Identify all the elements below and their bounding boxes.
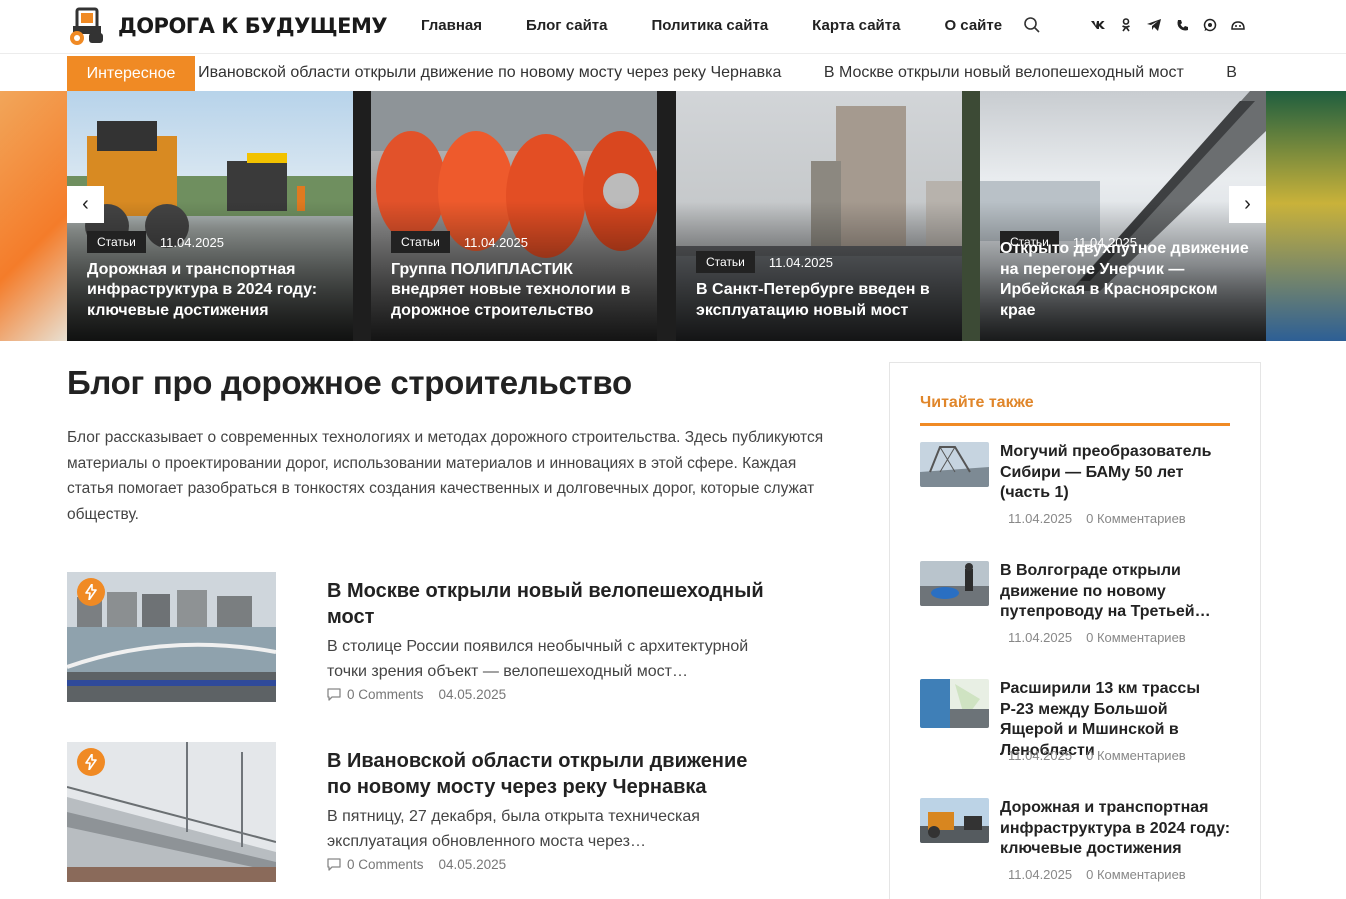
sidebar-item-title[interactable]: В Волгограде открыли движение по новому … [1000, 561, 1235, 623]
ticker-track: В Ивановской области открыли движение по… [195, 56, 1346, 91]
nav-blog[interactable]: Блог сайта [526, 17, 607, 34]
slide-title[interactable]: Дорожная и транспортная инфраструктура в… [87, 260, 339, 322]
sidebar-thumbnail[interactable] [920, 561, 989, 606]
sidebar-thumbnail[interactable] [920, 679, 989, 728]
featured-slider: Статьи 11.04.2025 Дорожная и транспортна… [0, 91, 1346, 341]
search-icon[interactable] [1023, 16, 1041, 34]
sidebar-item-comments[interactable]: 0 Комментариев [1086, 867, 1186, 882]
nav-about[interactable]: О сайте [944, 17, 1002, 34]
sidebar-divider [920, 423, 1230, 426]
viber-icon[interactable] [1173, 16, 1191, 34]
sidebar-item-title[interactable]: Дорожная и транспортная инфраструктура в… [1000, 798, 1235, 860]
main-nav: Главная Блог сайта Политика сайта Карта … [421, 17, 1046, 34]
ticker-label: Интересное [67, 56, 195, 91]
post-comments[interactable]: 0 Comments [347, 687, 424, 702]
sidebar-read-also: Читайте также Могучий преобразователь Си… [889, 362, 1261, 899]
slide-title[interactable]: Открыто двухпутное движение на перегоне … [1000, 239, 1252, 321]
social-links [1089, 16, 1257, 34]
post-date: 04.05.2025 [438, 857, 507, 872]
ok-icon[interactable] [1117, 16, 1135, 34]
slide-title[interactable]: Группа ПОЛИПЛАСТИК внедряет новые технол… [391, 260, 643, 322]
post-meta: 0 Comments 04.05.2025 [327, 857, 506, 872]
vk-messenger-icon[interactable] [1229, 16, 1247, 34]
sidebar-item-date: 11.04.2025 [1008, 748, 1073, 763]
sidebar-item-meta: 11.04.2025 0 Комментариев [1008, 511, 1186, 526]
post-excerpt: В столице России появился необычный с ар… [327, 638, 749, 680]
slide-peek-left [0, 91, 67, 341]
post-title[interactable]: В Москве открыли новый велопешеходный мо… [327, 578, 767, 630]
slide-category[interactable]: Статьи [391, 231, 450, 253]
post-thumbnail[interactable] [67, 742, 276, 882]
slide-card[interactable]: Статьи 11.04.2025 В Санкт-Петербурге вве… [676, 91, 962, 341]
nav-home[interactable]: Главная [421, 17, 482, 34]
sidebar-thumbnail[interactable] [920, 442, 989, 487]
slide-category[interactable]: Статьи [87, 231, 146, 253]
site-name: ДОРОГА К БУДУЩЕМУ [118, 14, 388, 38]
sidebar-thumbnail[interactable] [920, 798, 989, 843]
post-date: 04.05.2025 [438, 687, 507, 702]
sidebar-item-comments[interactable]: 0 Комментариев [1086, 630, 1186, 645]
page-description: Блог рассказывает о современных технолог… [67, 429, 824, 523]
slider-next-button[interactable]: › [1229, 186, 1266, 223]
slide-card[interactable]: Статьи 11.04.2025 Дорожная и транспортна… [67, 91, 353, 341]
sidebar-item-meta: 11.04.2025 0 Комментариев [1008, 748, 1186, 763]
slider-prev-button[interactable]: ‹ [67, 186, 104, 223]
ticker-item[interactable]: В Москве открыли новый велопешеходный мо… [824, 64, 1184, 81]
slide-card[interactable]: Статьи 11.04.2025 Открыто двухпутное дви… [980, 91, 1266, 341]
post-thumbnail[interactable] [67, 572, 276, 702]
slide-date: 11.04.2025 [768, 254, 833, 270]
slide-gap [962, 91, 980, 341]
ticker-item[interactable]: В [1226, 64, 1237, 81]
nav-sitemap[interactable]: Карта сайта [812, 17, 900, 34]
slide-category[interactable]: Статьи [696, 251, 755, 273]
ticker-item[interactable]: В Ивановской области открыли движение по… [195, 64, 781, 81]
flash-icon [77, 578, 105, 606]
whatsapp-icon[interactable] [1201, 16, 1219, 34]
post-comments[interactable]: 0 Comments [347, 857, 424, 872]
comment-icon [327, 858, 341, 871]
page-title: Блог про дорожное строительство [67, 364, 632, 401]
sidebar-item-date: 11.04.2025 [1008, 630, 1073, 645]
slide-card[interactable]: Статьи 11.04.2025 Группа ПОЛИПЛАСТИК вне… [371, 91, 657, 341]
vk-icon[interactable] [1089, 16, 1107, 34]
flash-icon [77, 748, 105, 776]
sidebar-item-meta: 11.04.2025 0 Комментариев [1008, 867, 1186, 882]
post-card: В Ивановской области открыли движение по… [67, 742, 767, 887]
sidebar-item-meta: 11.04.2025 0 Комментариев [1008, 630, 1186, 645]
slide-date: 11.04.2025 [463, 234, 528, 250]
slide-peek-right [1266, 91, 1346, 341]
post-excerpt: В пятницу, 27 декабря, была открыта техн… [327, 808, 700, 850]
news-ticker: Интересное В Ивановской области открыли … [0, 56, 1346, 91]
comment-icon [327, 688, 341, 701]
sidebar-item-comments[interactable]: 0 Комментариев [1086, 748, 1186, 763]
telegram-icon[interactable] [1145, 16, 1163, 34]
post-title[interactable]: В Ивановской области открыли движение по… [327, 748, 767, 800]
site-logo[interactable]: ДОРОГА К БУДУЩЕМУ [67, 6, 388, 46]
slide-title[interactable]: В Санкт-Петербурге введен в эксплуатацию… [696, 280, 948, 321]
post-meta: 0 Comments 04.05.2025 [327, 687, 506, 702]
sidebar-item-title[interactable]: Могучий преобразователь Сибири — БАМу 50… [1000, 442, 1235, 504]
post-card: В Москве открыли новый велопешеходный мо… [67, 572, 767, 717]
sidebar-item-comments[interactable]: 0 Комментариев [1086, 511, 1186, 526]
slide-date: 11.04.2025 [159, 234, 224, 250]
sidebar-item-date: 11.04.2025 [1008, 511, 1073, 526]
sidebar-item-date: 11.04.2025 [1008, 867, 1073, 882]
nav-policy[interactable]: Политика сайта [651, 17, 768, 34]
site-header: ДОРОГА К БУДУЩЕМУ Главная Блог сайта Пол… [0, 0, 1346, 54]
sidebar-title: Читайте также [920, 394, 1034, 411]
roller-logo-icon [67, 6, 107, 46]
